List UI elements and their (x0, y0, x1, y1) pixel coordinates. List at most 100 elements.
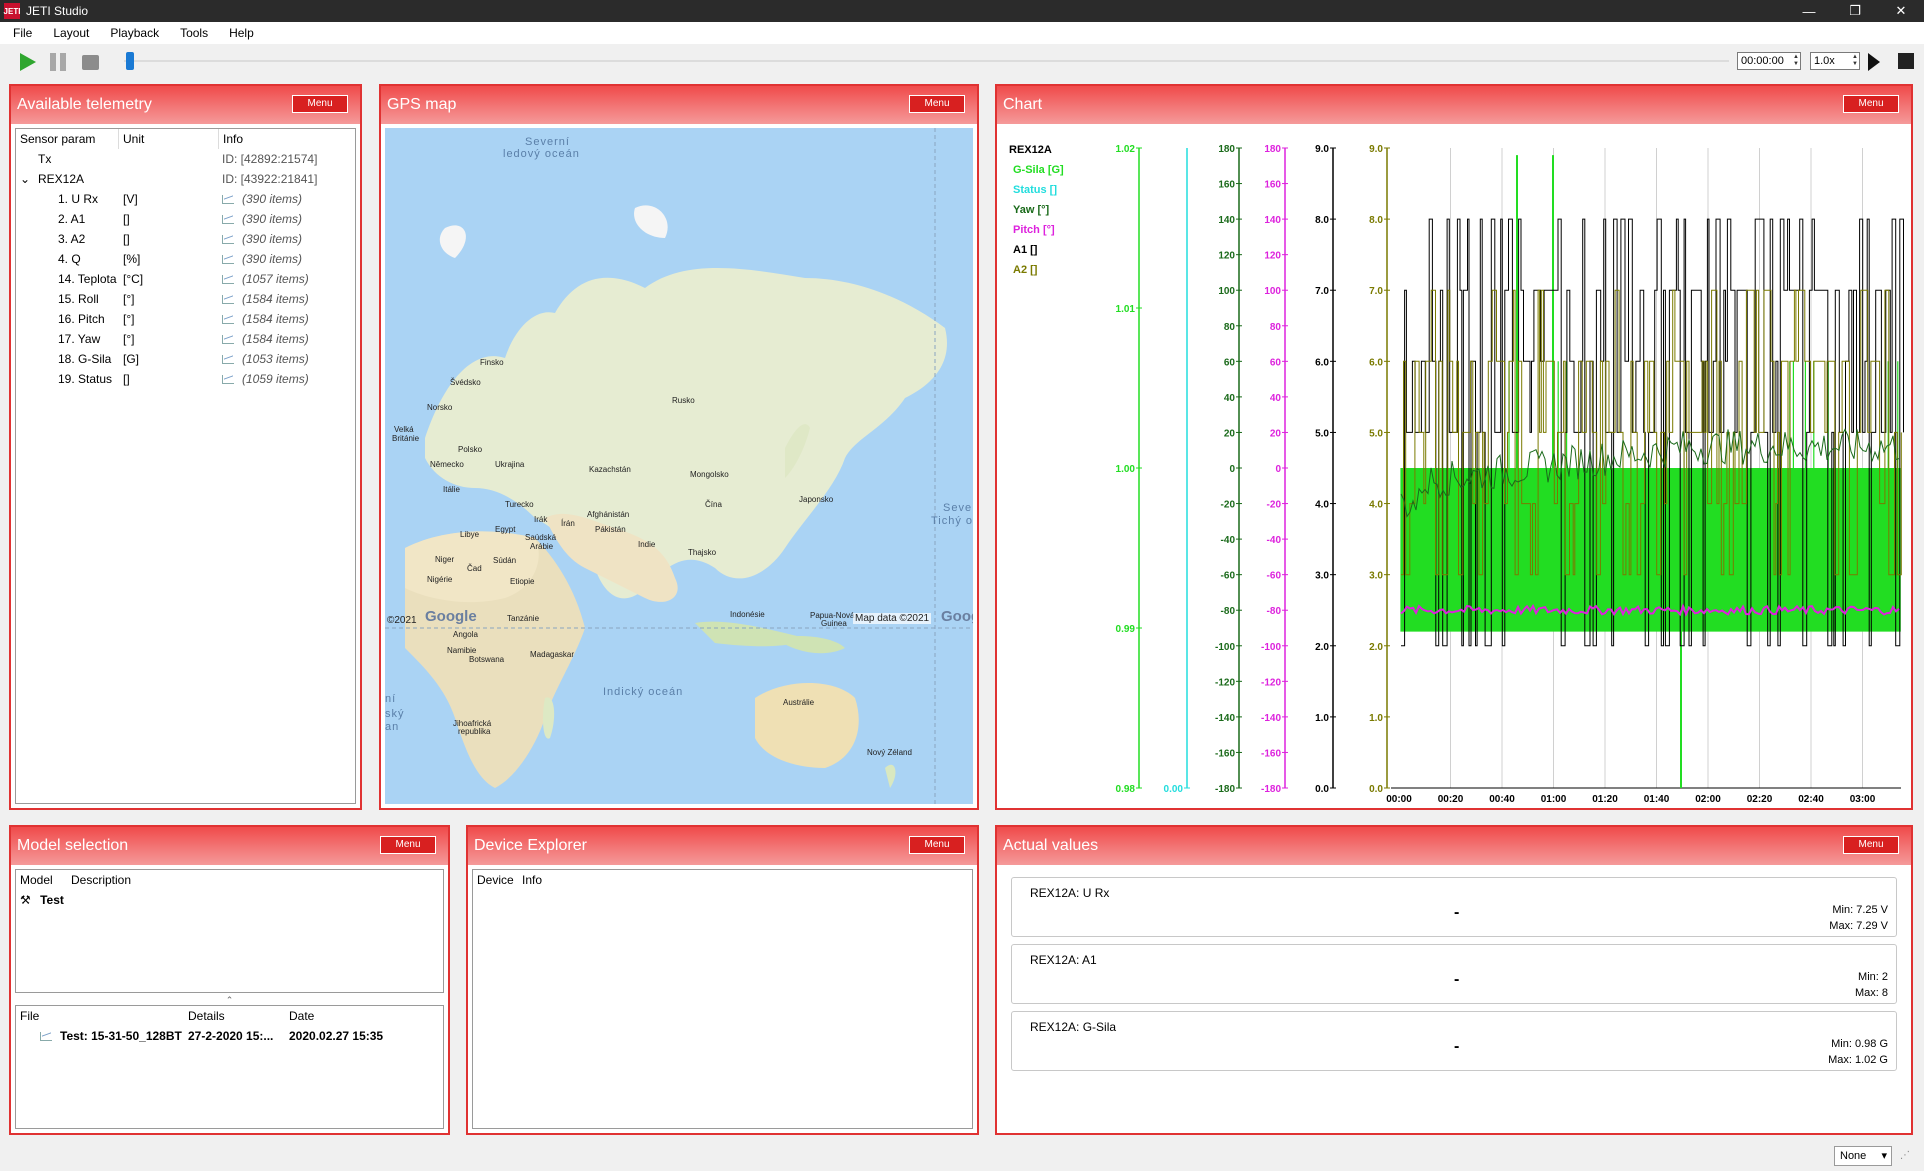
chart-series-icon[interactable] (222, 335, 234, 344)
map-label: Afghánistán (587, 510, 630, 519)
stop-icon[interactable] (82, 55, 99, 70)
minimize-button[interactable]: — (1786, 0, 1832, 22)
telemetry-row[interactable]: 16. Pitch [°] (1584 items) (16, 309, 355, 329)
column-header[interactable]: Date (285, 1006, 314, 1026)
column-header[interactable]: Details (184, 1006, 285, 1026)
sensor-info: (1584 items) (242, 312, 309, 326)
seek-slider[interactable] (124, 52, 1729, 70)
model-row[interactable]: ⚒ Test (16, 890, 443, 910)
sensor-info: (390 items) (242, 252, 303, 266)
telemetry-row[interactable]: 14. Teplota [°C] (1057 items) (16, 269, 355, 289)
axis-tick-label: -140 (1261, 713, 1281, 724)
resize-grip-icon[interactable]: ⋰ (1900, 1150, 1910, 1161)
telemetry-row[interactable]: 19. Status [] (1059 items) (16, 369, 355, 389)
chart-series-icon[interactable] (222, 215, 234, 224)
telemetry-row[interactable]: 2. A1 [] (390 items) (16, 209, 355, 229)
map-label: Velká (394, 425, 414, 434)
column-header[interactable]: Model (16, 870, 67, 890)
chart-series-icon[interactable] (222, 355, 234, 364)
pause-icon[interactable] (50, 53, 68, 71)
menu-playback[interactable]: Playback (97, 26, 167, 40)
telemetry-row[interactable]: 18. G-Sila [G] (1053 items) (16, 349, 355, 369)
chart-series-icon[interactable] (222, 195, 234, 204)
status-select[interactable]: None (1834, 1146, 1892, 1166)
splitter-handle[interactable]: ⌃ (15, 996, 444, 1005)
spin-arrows-icon[interactable]: ▲ ▼ (1852, 54, 1858, 68)
expand-chevron-icon[interactable]: ⌄ (20, 169, 30, 189)
axis-tick-label: 7.0 (1369, 286, 1383, 297)
menu-button[interactable]: Menu (292, 95, 348, 113)
axis-tick-label: 0.99 (1116, 624, 1136, 635)
play-forward-icon[interactable] (1868, 53, 1880, 71)
sensor-info: (1057 items) (242, 272, 309, 286)
world-map[interactable]: Severní ledový oceán Finsko Švédsko Nors… (385, 128, 973, 804)
menu-button[interactable]: Menu (909, 95, 965, 113)
speed-value: 1.0x (1814, 55, 1835, 67)
column-header[interactable]: Description (67, 870, 131, 890)
map-label: Čína (705, 500, 722, 509)
axis-tick-label: 100 (1218, 286, 1235, 297)
seek-thumb[interactable] (126, 52, 134, 70)
file-row[interactable]: Test: 15-31-50_128BT 27-2-2020 15:... 20… (16, 1026, 443, 1046)
telemetry-row[interactable]: 17. Yaw [°] (1584 items) (16, 329, 355, 349)
telemetry-row[interactable]: 15. Roll [°] (1584 items) (16, 289, 355, 309)
telemetry-row[interactable]: 3. A2 [] (390 items) (16, 229, 355, 249)
stop-square-icon[interactable] (1898, 53, 1914, 69)
column-header[interactable]: Unit (119, 129, 219, 149)
chart-series-icon[interactable] (222, 235, 234, 244)
chart-series-icon[interactable] (222, 375, 234, 384)
menu-layout[interactable]: Layout (40, 26, 97, 40)
panel-title: Chart (1003, 96, 1043, 113)
menu-button[interactable]: Menu (909, 836, 965, 854)
time-spinbox[interactable]: 00:00:00 ▲ ▼ (1737, 52, 1801, 70)
axis-tick-label: -160 (1261, 748, 1281, 759)
map-label: Itálie (443, 485, 460, 494)
speed-spinbox[interactable]: 1.0x ▲ ▼ (1810, 52, 1860, 70)
telemetry-tree: Sensor param Unit Info Tx ID: [42892:2157… (15, 128, 356, 804)
sensor-info: (1053 items) (242, 352, 309, 366)
chart-series-icon[interactable] (222, 255, 234, 264)
menu-button[interactable]: Menu (380, 836, 436, 854)
value-card[interactable]: REX12A: A1 - Min: 2 Max: 8 (1011, 944, 1897, 1004)
spin-arrows-icon[interactable]: ▲ ▼ (1793, 54, 1799, 68)
axis-tick-label: 9.0 (1369, 144, 1383, 155)
sensor-info: (390 items) (242, 192, 303, 206)
chart-series-icon[interactable] (222, 315, 234, 324)
column-header[interactable]: Info (518, 870, 542, 890)
time-value: 00:00:00 (1741, 55, 1784, 67)
map-attribution[interactable]: Map data ©2021 (853, 613, 932, 624)
x-tick-label: 03:00 (1850, 794, 1876, 805)
menu-file[interactable]: File (0, 26, 40, 40)
value-max: Max: 8 (1854, 987, 1888, 999)
telemetry-row[interactable]: 4. Q [%] (390 items) (16, 249, 355, 269)
map-label: Indonésie (730, 610, 765, 619)
file-date: 2020.02.27 15:35 (289, 1029, 384, 1043)
axis-tick-label: 60 (1270, 357, 1282, 368)
value-card[interactable]: REX12A: G-Sila - Min: 0.98 G Max: 1.02 G (1011, 1011, 1897, 1071)
play-icon[interactable] (20, 53, 36, 71)
column-header[interactable]: Sensor param (16, 129, 119, 149)
column-header[interactable]: Device (473, 870, 518, 890)
sensor-unit: [°] (123, 292, 135, 306)
chart-area[interactable]: REX12A G-Sila [G] Status [] Yaw [°] Pitch [… (1001, 128, 1907, 805)
menu-tools[interactable]: Tools (167, 26, 216, 40)
axis-tick-label: -180 (1261, 784, 1281, 795)
panel-title: GPS map (387, 96, 457, 113)
menu-help[interactable]: Help (216, 26, 262, 40)
telemetry-row[interactable]: 1. U Rx [V] (390 items) (16, 189, 355, 209)
menu-button[interactable]: Menu (1843, 836, 1899, 854)
column-header[interactable]: File (16, 1006, 184, 1026)
telemetry-row[interactable]: Tx ID: [42892:21574] (16, 149, 355, 169)
value-card[interactable]: REX12A: U Rx - Min: 7.25 V Max: 7.29 V (1011, 877, 1897, 937)
restore-button[interactable]: ❐ (1832, 0, 1878, 22)
column-header[interactable]: Info (219, 129, 355, 149)
sensor-name: 17. Yaw (58, 332, 101, 346)
close-button[interactable]: ✕ (1878, 0, 1924, 22)
chart-series-icon[interactable] (222, 295, 234, 304)
value-name: REX12A: G-Sila (1030, 1020, 1117, 1034)
chart-series-icon[interactable] (222, 275, 234, 284)
menu-button[interactable]: Menu (1843, 95, 1899, 113)
map-label: ní (385, 693, 397, 705)
sensor-name: 15. Roll (58, 292, 99, 306)
telemetry-row[interactable]: ⌄ REX12A ID: [43922:21841] (16, 169, 355, 189)
